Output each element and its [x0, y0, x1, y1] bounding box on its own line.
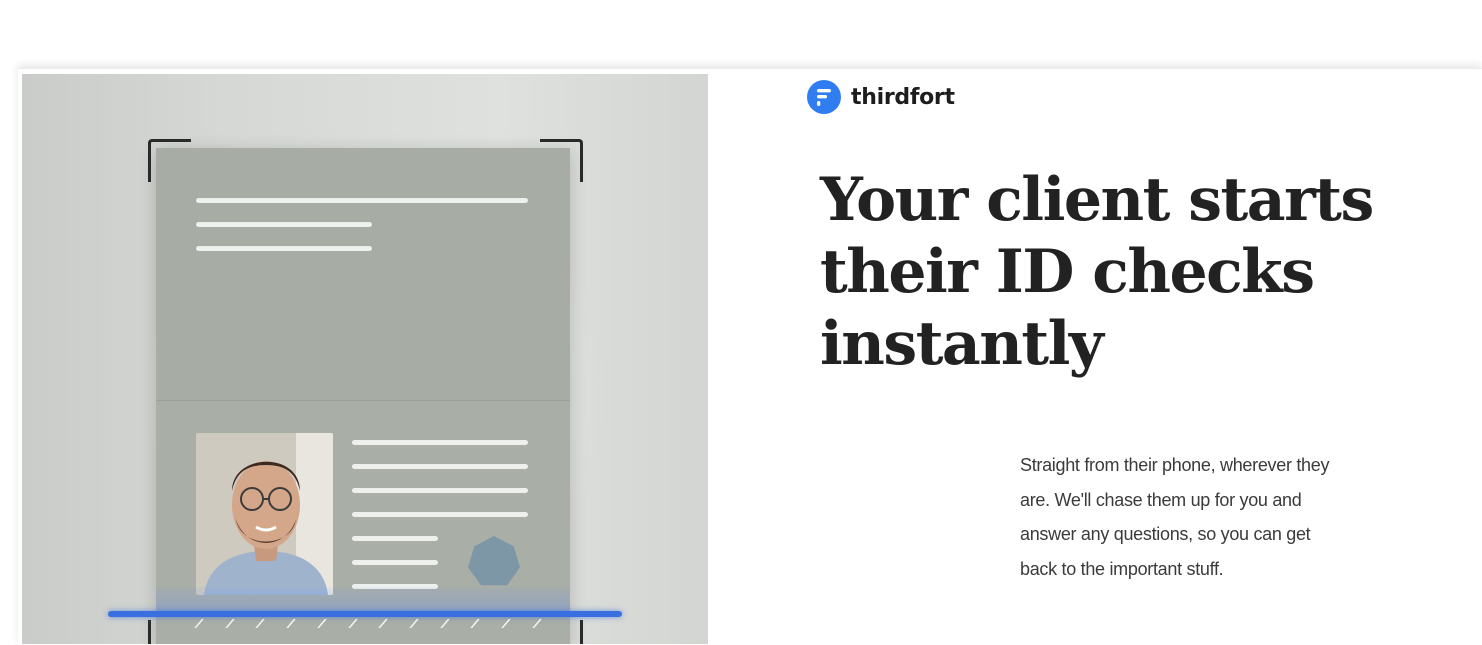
- hero-headline: Your client starts their ID checks insta…: [820, 165, 1374, 379]
- mrz-mark: [439, 619, 450, 628]
- mrz-mark: [470, 619, 481, 628]
- brand-name: thirdfort: [851, 84, 955, 110]
- id-scan-illustration: [22, 74, 708, 644]
- portrait-photo: [196, 433, 333, 595]
- mrz-mark: [317, 619, 327, 628]
- scan-frame-corner-icon: [540, 620, 583, 644]
- mrz-mark: [409, 619, 419, 628]
- document-text-line: [352, 464, 528, 469]
- document-text-line: [196, 246, 372, 251]
- scan-frame-corner-icon: [148, 620, 191, 644]
- mrz-mark: [255, 619, 266, 628]
- mrz-mark: [286, 619, 296, 628]
- document-text-line: [196, 198, 528, 203]
- document-top-page: [156, 148, 570, 401]
- document-text-line: [352, 560, 438, 565]
- mrz-mark: [501, 619, 511, 628]
- mrz-mark: [224, 619, 235, 628]
- holographic-seal-icon: [468, 536, 520, 586]
- mrz-mark: [378, 619, 389, 628]
- scan-frame-corner-icon: [148, 139, 191, 182]
- thirdfort-logo-icon: [807, 80, 841, 114]
- mrz-mark: [347, 619, 358, 628]
- scan-frame-corner-icon: [540, 139, 583, 182]
- document-text-line: [196, 222, 372, 227]
- scan-line-icon: [108, 611, 622, 617]
- brand-logo[interactable]: thirdfort: [796, 76, 968, 118]
- document-text-line: [352, 440, 528, 445]
- id-document-icon: [156, 148, 570, 644]
- document-text-line: [352, 512, 528, 517]
- mrz-marks: [194, 619, 542, 629]
- document-text-line: [352, 536, 438, 541]
- document-text-line: [352, 488, 528, 493]
- hero-description: Straight from their phone, wherever they…: [1020, 455, 1330, 579]
